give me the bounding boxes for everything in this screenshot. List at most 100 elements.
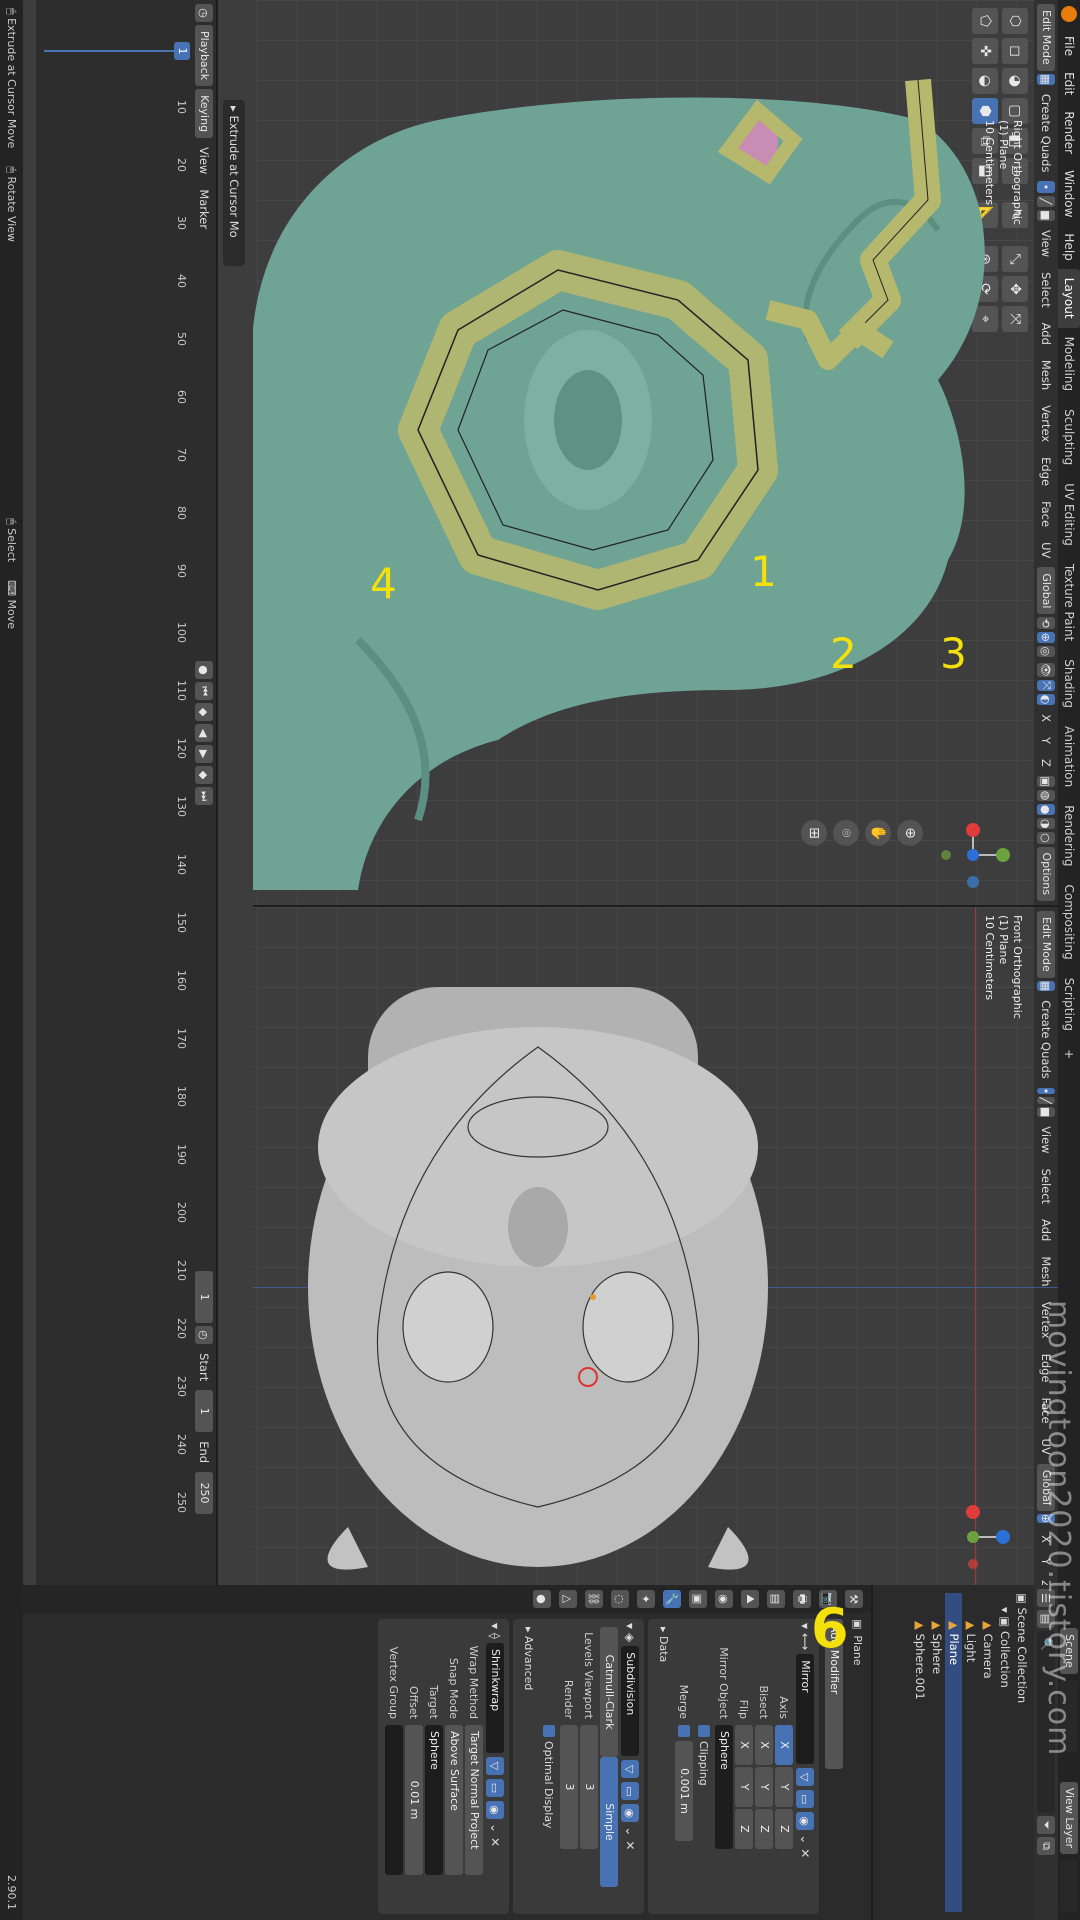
modifier-options-icon[interactable]: ⌄	[623, 1826, 637, 1836]
vertex-group-field[interactable]	[385, 1725, 403, 1875]
menu-window[interactable]: Window	[1058, 162, 1080, 225]
offset-field[interactable]: 0.01 m	[405, 1725, 423, 1875]
axis-y-button[interactable]: Y	[775, 1767, 793, 1807]
playback-menu[interactable]: Playback	[195, 25, 213, 87]
flip-z-button[interactable]: Z	[735, 1809, 753, 1849]
view-layer-selector[interactable]: View Layer	[1060, 1781, 1078, 1854]
view-layer-tab-icon[interactable]: ▤	[767, 1590, 785, 1608]
timeline-view-menu[interactable]: View	[195, 141, 213, 180]
flip-x-button[interactable]: X	[735, 1725, 753, 1765]
record-icon[interactable]: ●	[195, 661, 213, 680]
catmull-clark-button[interactable]: Catmull-Clark	[600, 1627, 618, 1757]
data-tab-icon[interactable]: △	[559, 1590, 577, 1608]
viewport-toggle-icon[interactable]: ▭	[796, 1790, 814, 1809]
current-frame-field[interactable]: 1	[195, 1271, 213, 1324]
viewport-right-orthographic[interactable]: Edit Mode ▦ Create Quads • ╱ ■ View Sele…	[253, 0, 1058, 905]
workspace-tab-compositing[interactable]: Compositing	[1058, 875, 1080, 968]
workspace-tab-animation[interactable]: Animation	[1058, 717, 1080, 796]
outliner-item-plane[interactable]: ▲ Plane	[945, 1593, 962, 1912]
clock-icon[interactable]: ◴	[195, 1326, 213, 1345]
mirror-modifier-name[interactable]: Mirror	[796, 1654, 814, 1765]
snap-mode-dropdown[interactable]: Above Surface	[445, 1725, 463, 1875]
axis-x-button[interactable]: X	[775, 1725, 793, 1765]
blender-logo-icon[interactable]	[1061, 6, 1077, 22]
head-front-model[interactable]	[253, 907, 1058, 1585]
jump-start-icon[interactable]: ⏮	[195, 682, 213, 701]
object-tab-icon[interactable]: ▣	[689, 1590, 707, 1608]
navigation-gizmo-front[interactable]	[928, 1492, 1018, 1582]
modifier-options-icon[interactable]: ⌄	[798, 1834, 812, 1844]
data-subpanel-chevron-icon[interactable]: ▸	[658, 1627, 671, 1636]
playhead[interactable]: 1	[174, 42, 190, 60]
edit-mode-toggle-icon[interactable]: ▽	[486, 1756, 504, 1775]
jump-end-icon[interactable]: ⏭	[195, 787, 213, 806]
simple-button[interactable]: Simple	[600, 1757, 618, 1887]
prev-key-icon[interactable]: ◆	[195, 703, 213, 722]
viewport-toggle-icon[interactable]: ▭	[486, 1778, 504, 1797]
collapse-chevron-icon[interactable]: ▾	[798, 1623, 812, 1629]
optimal-display-checkbox[interactable]	[543, 1725, 555, 1737]
advanced-subpanel-chevron-icon[interactable]: ▸	[523, 1627, 536, 1636]
timeline-editor-icon[interactable]: ◷	[195, 4, 213, 22]
merge-distance-field[interactable]: 0.001 m	[675, 1741, 693, 1841]
edit-mode-toggle-icon[interactable]: ▽	[796, 1768, 814, 1787]
menu-help[interactable]: Help	[1058, 225, 1080, 268]
modifier-tab-icon[interactable]: 🔧	[663, 1590, 681, 1608]
outliner-item-light[interactable]: ▲ Light	[962, 1593, 979, 1912]
clipping-checkbox[interactable]	[698, 1725, 710, 1737]
menu-render[interactable]: Render	[1058, 103, 1080, 162]
remove-modifier-icon[interactable]: ✕	[488, 1837, 502, 1847]
outliner-item-sphere-001[interactable]: ▲ Sphere.001	[911, 1593, 928, 1912]
mirror-object-field[interactable]: Sphere	[715, 1725, 733, 1849]
material-tab-icon[interactable]: ●	[533, 1590, 551, 1608]
workspace-tab-rendering[interactable]: Rendering	[1058, 796, 1080, 875]
viewport-front-orthographic[interactable]: Edit Mode ▦ Create Quads • ╱ ■ View Sele…	[253, 905, 1058, 1585]
bisect-z-button[interactable]: Z	[755, 1809, 773, 1849]
render-toggle-icon[interactable]: ◉	[486, 1800, 504, 1819]
last-operator-panel[interactable]: ▸ Extrude at Cursor Mo	[223, 100, 245, 266]
collapse-chevron-icon[interactable]: ▾	[623, 1623, 637, 1629]
add-workspace-button[interactable]: +	[1058, 1040, 1080, 1068]
filter-icon[interactable]: ⏷	[1037, 1816, 1055, 1834]
view-layer-field[interactable]	[1060, 1860, 1078, 1912]
remove-modifier-icon[interactable]: ✕	[798, 1848, 812, 1858]
new-collection-icon[interactable]: ⧉	[1037, 1837, 1055, 1855]
outliner-scene-collection[interactable]: ▣ Scene Collection	[1013, 1593, 1030, 1912]
output-tab-icon[interactable]: 🖶	[793, 1590, 811, 1608]
merge-checkbox[interactable]	[678, 1725, 690, 1737]
start-frame-field[interactable]: 1	[195, 1390, 213, 1433]
collapse-chevron-icon[interactable]: ▾	[488, 1623, 502, 1629]
workspace-tab-layout[interactable]: Layout	[1058, 268, 1080, 328]
bisect-y-button[interactable]: Y	[755, 1767, 773, 1807]
workspace-tab-modeling[interactable]: Modeling	[1058, 328, 1080, 401]
render-levels-field[interactable]: 3	[560, 1725, 578, 1849]
physics-tab-icon[interactable]: ◌	[611, 1590, 629, 1608]
particles-tab-icon[interactable]: ✦	[637, 1590, 655, 1608]
viewport-toggle-icon[interactable]: ▭	[621, 1782, 639, 1801]
levels-viewport-field[interactable]: 3	[580, 1725, 598, 1849]
play-reverse-icon[interactable]: ◀	[195, 724, 213, 743]
menu-file[interactable]: File	[1058, 28, 1080, 64]
marker-menu[interactable]: Marker	[195, 183, 213, 235]
play-icon[interactable]: ▶	[195, 745, 213, 764]
constraints-tab-icon[interactable]: ⛓	[585, 1590, 603, 1608]
remove-modifier-icon[interactable]: ✕	[623, 1840, 637, 1850]
workspace-tab-texture-paint[interactable]: Texture Paint	[1058, 555, 1080, 650]
render-toggle-icon[interactable]: ◉	[796, 1812, 814, 1831]
keying-menu[interactable]: Keying	[195, 89, 213, 139]
workspace-tab-scripting[interactable]: Scripting	[1058, 969, 1080, 1040]
end-frame-field[interactable]: 250	[195, 1472, 213, 1515]
outliner-item-sphere[interactable]: ▲ Sphere	[928, 1593, 945, 1912]
world-tab-icon[interactable]: ◉	[715, 1590, 733, 1608]
target-field[interactable]: Sphere	[425, 1725, 443, 1875]
timeline-ruler[interactable]: 10 20 30 40 50 60 70 80 90 100 110 120 130 140 150 160 1…	[40, 0, 190, 1585]
outliner-item-camera[interactable]: ▲ Camera	[979, 1593, 996, 1912]
outliner-item-collection[interactable]: ▾ ▣ Collection	[996, 1593, 1013, 1912]
advanced-subpanel-label[interactable]: Advanced	[523, 1636, 536, 1690]
next-key-icon[interactable]: ◆	[195, 766, 213, 785]
wrap-method-dropdown[interactable]: Target Normal Project	[465, 1725, 483, 1875]
modifier-options-icon[interactable]: ⌄	[488, 1823, 502, 1833]
data-subpanel-label[interactable]: Data	[658, 1636, 671, 1662]
edit-mode-toggle-icon[interactable]: ▽	[621, 1760, 639, 1779]
flip-y-button[interactable]: Y	[735, 1767, 753, 1807]
